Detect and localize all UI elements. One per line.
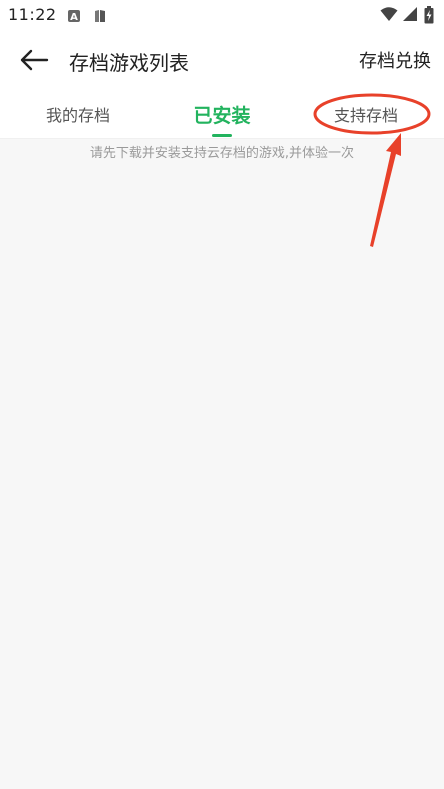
a-box-icon: A: [67, 8, 81, 27]
svg-text:A: A: [70, 12, 78, 23]
wifi-icon: [380, 6, 398, 26]
signal-icon: [402, 6, 418, 26]
tab-installed[interactable]: 已安装: [148, 90, 296, 138]
tab-label: 支持存档: [333, 106, 398, 125]
tab-bar: 我的存档 已安装 支持存档: [0, 90, 444, 139]
tab-my-saves[interactable]: 我的存档: [4, 90, 152, 138]
save-exchange-button[interactable]: 存档兑换: [359, 47, 431, 73]
empty-hint: 请先下载并安装支持云存档的游戏,并体验一次: [89, 146, 355, 161]
status-bar: 11:22 A: [0, 0, 444, 30]
back-button[interactable]: [14, 44, 54, 76]
tab-supported-saves[interactable]: 支持存档: [292, 90, 440, 138]
status-time: 11:22: [8, 5, 57, 24]
tab-label: 我的存档: [45, 106, 110, 125]
battery-charging-icon: [424, 6, 434, 28]
arrow-left-icon: [20, 49, 49, 71]
tab-label: 已安装: [193, 104, 251, 127]
book-icon: [93, 8, 107, 27]
active-tab-indicator: [212, 134, 232, 137]
page-title: 存档游戏列表: [69, 51, 189, 75]
app-bar: 存档游戏列表 存档兑换: [0, 30, 444, 90]
